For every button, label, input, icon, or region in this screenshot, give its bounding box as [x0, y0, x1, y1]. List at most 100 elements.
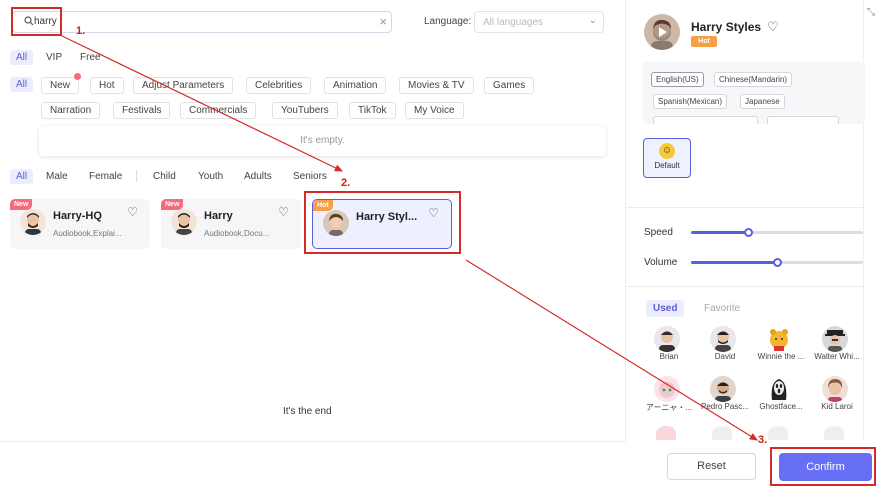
step-marker-3: 3.: [758, 434, 768, 446]
filter-divider: [136, 170, 137, 182]
end-message: It's the end: [283, 406, 332, 417]
step-marker-1: 1.: [76, 25, 86, 37]
language-placeholder: All languages: [483, 17, 544, 28]
tab-favorite[interactable]: Favorite: [697, 300, 747, 317]
speed-label: Speed: [644, 227, 673, 238]
filter-adults[interactable]: Adults: [244, 171, 272, 182]
tab-used[interactable]: Used: [646, 300, 685, 317]
panel-divider: [625, 0, 626, 440]
avatar: [656, 426, 676, 440]
default-style-button[interactable]: ☺ Default: [643, 138, 691, 178]
category-my-voice[interactable]: My Voice: [405, 102, 464, 119]
language-select[interactable]: All languages ⌄: [474, 11, 604, 33]
selected-voice-name: Harry Styles: [691, 20, 762, 34]
language-label: Language:: [424, 16, 472, 27]
language-japanese[interactable]: Japanese: [740, 94, 785, 109]
smiley-icon: ☺: [659, 143, 675, 159]
used-voice-david[interactable]: David: [699, 326, 751, 361]
filter-female[interactable]: Female: [89, 171, 122, 182]
bottom-divider: [0, 441, 626, 442]
hot-badge: Hot: [691, 36, 717, 47]
search-input[interactable]: harry ×: [12, 11, 392, 33]
voice-name: David: [714, 352, 736, 361]
language-english[interactable]: English(US): [651, 72, 704, 87]
category-hot[interactable]: Hot: [90, 77, 124, 94]
tab-free[interactable]: Free: [74, 50, 107, 65]
avatar: [766, 376, 792, 402]
voice-name: Harry-HQ: [53, 210, 102, 222]
avatar: [766, 326, 792, 352]
voice-name: Winnie the ...: [757, 352, 805, 361]
filter-child[interactable]: Child: [153, 171, 176, 182]
new-dot: [74, 73, 81, 80]
language-spanish[interactable]: Spanish(Mexican): [653, 94, 728, 109]
used-voice-brian[interactable]: Brian: [643, 326, 695, 361]
tab-all[interactable]: All: [10, 50, 34, 65]
language-tag-partial[interactable]: [767, 116, 839, 124]
used-voice-winnie[interactable]: Winnie the ...: [755, 326, 807, 361]
speed-slider[interactable]: [691, 228, 863, 237]
category-new[interactable]: New: [41, 77, 80, 94]
volume-label: Volume: [644, 257, 678, 268]
speed-handle[interactable]: [743, 228, 753, 237]
filter-all[interactable]: All: [10, 169, 34, 184]
voice-name: Ghostface...: [759, 402, 803, 411]
voice-name: Brian: [659, 352, 679, 361]
volume-slider[interactable]: [691, 258, 863, 267]
annotation-box-2: [304, 191, 461, 254]
voice-name: アーニャ・...: [645, 403, 693, 412]
step-marker-2: 2.: [341, 177, 351, 189]
clear-icon[interactable]: ×: [379, 14, 387, 30]
avatar: [822, 376, 848, 402]
category-adjust-parameters[interactable]: Adjust Parameters: [133, 77, 234, 94]
section-divider: [626, 207, 864, 208]
language-chinese[interactable]: Chinese(Mandarin): [714, 72, 793, 87]
used-voice-walter[interactable]: Walter Whi...: [811, 326, 863, 361]
tab-vip[interactable]: VIP: [40, 50, 68, 65]
category-tiktok[interactable]: TikTok: [349, 102, 396, 119]
section-divider: [626, 286, 864, 287]
category-movies-tv[interactable]: Movies & TV: [399, 77, 474, 94]
voice-desc: Audiobook,Docu...: [204, 229, 270, 238]
category-youtubers[interactable]: YouTubers: [272, 102, 338, 119]
used-voice-kid-laroi[interactable]: Kid Laroi: [811, 376, 863, 411]
heart-icon[interactable]: ♡: [767, 19, 779, 35]
used-voice-anya[interactable]: アーニャ・...: [643, 376, 695, 413]
category-animation[interactable]: Animation: [324, 77, 387, 94]
category-celebrities[interactable]: Celebrities: [246, 77, 312, 94]
used-voice-ghostface[interactable]: Ghostface...: [755, 376, 807, 411]
reset-button[interactable]: Reset: [667, 453, 756, 480]
filter-youth[interactable]: Youth: [198, 171, 223, 182]
category-commercials[interactable]: Commercials: [180, 102, 257, 119]
avatar: [768, 426, 788, 440]
annotation-box-3: [770, 447, 876, 486]
avatar: [824, 426, 844, 440]
heart-icon[interactable]: ♡: [278, 205, 289, 219]
avatar: [20, 209, 46, 235]
language-tag-partial[interactable]: [653, 116, 758, 124]
category-narration[interactable]: Narration: [41, 102, 101, 119]
annotation-box-1: [11, 7, 62, 36]
volume-handle[interactable]: [773, 258, 782, 267]
avatar: [712, 426, 732, 440]
voice-card-harry[interactable]: New Harry Audiobook,Docu... ♡: [161, 199, 301, 249]
voice-name: Walter Whi...: [814, 352, 860, 361]
avatar: [710, 326, 736, 352]
used-voice-pedro[interactable]: Pedro Pasc...: [699, 376, 751, 411]
voice-name: Kid Laroi: [821, 402, 853, 411]
collapse-icon[interactable]: ⤡: [867, 7, 875, 18]
selected-voice-avatar: [644, 14, 680, 50]
avatar: [710, 376, 736, 402]
filter-male[interactable]: Male: [46, 171, 68, 182]
category-festivals[interactable]: Festivals: [113, 102, 171, 119]
heart-icon[interactable]: ♡: [127, 205, 138, 219]
voice-desc: Audiobook,Explai...: [53, 229, 122, 238]
default-label: Default: [654, 161, 680, 170]
category-games[interactable]: Games: [484, 77, 535, 94]
voice-card-harry-hq[interactable]: New Harry-HQ Audiobook,Explai... ♡: [10, 199, 150, 249]
category-all[interactable]: All: [10, 77, 34, 92]
avatar: [822, 326, 848, 352]
avatar: [171, 209, 197, 235]
filter-seniors[interactable]: Seniors: [293, 171, 327, 182]
speed-fill: [691, 231, 748, 234]
